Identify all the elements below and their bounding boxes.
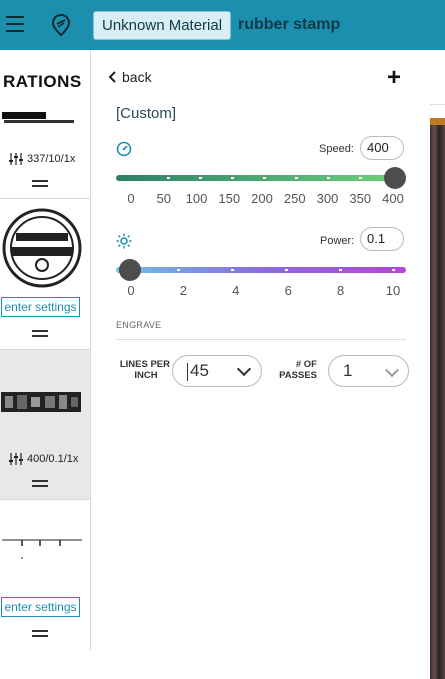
operation-card[interactable]: enter settings [0,500,90,650]
add-icon[interactable]: + [387,64,401,92]
canvas-preview[interactable] [430,125,445,679]
preset-name[interactable]: [Custom] [116,105,176,122]
chevron-left-icon [108,71,116,83]
speed-tick-label: 0 [127,191,135,206]
divider [116,339,406,340]
back-label: back [122,69,152,85]
sun-icon [116,233,132,249]
operation-settings: 337/10/1x [8,153,75,165]
lines-per-inch-select[interactable]: 45 [172,355,262,387]
speed-slider-thumb[interactable] [384,167,406,189]
speed-tick-label: 200 [251,191,273,206]
drag-handle-icon[interactable] [32,180,48,188]
passes-label: # OF PASSES [279,359,317,381]
material-button[interactable]: Unknown Material [93,11,232,40]
operation-settings-value: 337/10/1x [27,153,76,165]
top-bar: Unknown Material rubber stamp [0,0,445,50]
settings-panel: back + [Custom] Speed: 400 0 50 100 150 200 2… [92,50,430,679]
operation-thumbnail [2,112,74,123]
divider [430,104,445,105]
speed-tick-label: 400 [382,191,404,206]
enter-settings-button[interactable]: enter settings [1,297,80,317]
power-slider-track[interactable] [116,267,406,273]
speed-label: Speed: [319,143,354,155]
speed-tick-label: 300 [316,191,339,206]
operation-card[interactable]: enter settings [0,199,90,349]
drag-handle-icon[interactable] [32,330,48,338]
speed-input[interactable]: 400 [360,136,404,160]
passes-select[interactable]: 1 [328,355,409,387]
lines-per-inch-label: LINES PER INCH [119,359,170,381]
back-button[interactable]: back [108,69,152,85]
power-slider-thumb[interactable] [118,259,141,281]
section-title: ENGRAVE [116,320,162,330]
power-tick-label: 10 [385,283,401,298]
chevron-down-icon [384,362,400,378]
operation-thumbnail-text: RATIONS [3,72,82,91]
speed-tick-label: 150 [218,191,241,206]
operations-sidebar: RATIONS 337/10/1x enter settings 400/0.1… [0,50,91,650]
sliders-icon [9,153,23,165]
power-label: Power: [320,235,355,247]
power-tick-label: 4 [232,283,240,298]
speed-tick-label: 50 [156,191,171,206]
stamp-thumbnail [2,208,82,288]
menu-icon[interactable] [6,16,24,32]
operation-settings-value: 400/0.1/1x [27,453,79,465]
chevron-down-icon [236,361,252,377]
operation-thumbnail [1,392,81,412]
operation-card[interactable]: RATIONS 337/10/1x [0,50,90,198]
drag-handle-icon[interactable] [32,630,48,638]
power-tick-label: 6 [284,283,292,298]
speed-tick-label: 250 [283,191,306,206]
operation-thumbnail [2,539,82,559]
speed-slider-track[interactable] [116,175,406,181]
speedometer-icon [116,141,132,157]
sliders-icon [9,453,23,465]
speed-tick-label: 350 [349,191,372,206]
enter-settings-button[interactable]: enter settings [1,597,80,617]
drag-handle-icon[interactable] [32,480,48,488]
speed-tick-label: 100 [185,191,208,206]
operation-settings: 400/0.1/1x [8,453,78,465]
location-pin-icon[interactable] [50,13,72,37]
operation-card-selected[interactable]: 400/0.1/1x [0,350,90,499]
power-input[interactable]: 0.1 [360,227,404,251]
job-title: rubber stamp [238,16,341,33]
power-tick-label: 8 [336,283,345,298]
power-tick-label: 2 [179,283,188,298]
power-tick-label: 0 [127,283,135,298]
